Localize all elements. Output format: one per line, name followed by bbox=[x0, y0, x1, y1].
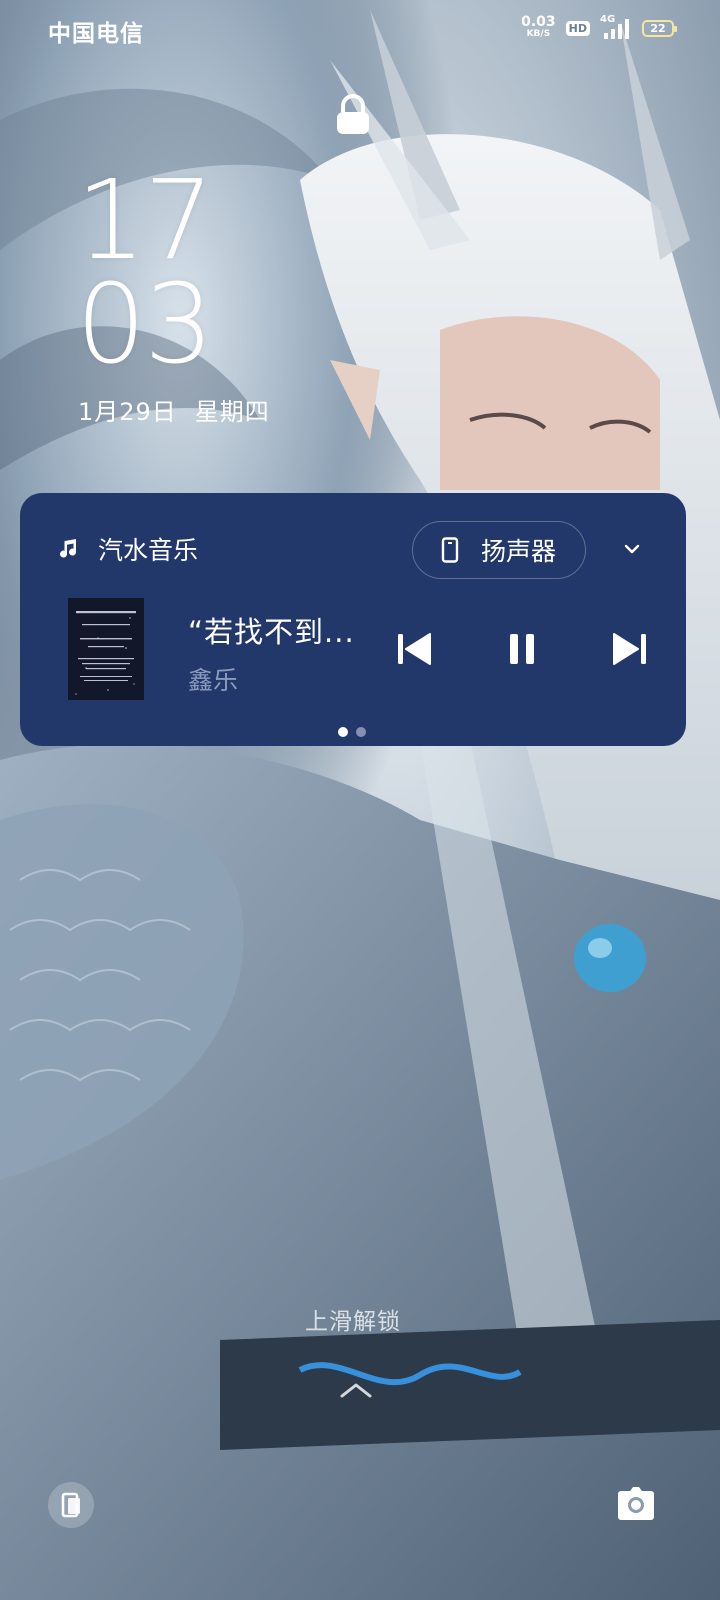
media-player-card[interactable]: 汽水音乐 扬声器 “若找不到... 鑫乐 bbox=[20, 493, 686, 746]
network-speed-value: 0.03 bbox=[521, 14, 556, 30]
network-speed-unit: KB/S bbox=[526, 29, 551, 39]
clock-hour: 17 bbox=[76, 156, 214, 284]
clock-minute: 03 bbox=[76, 260, 214, 388]
device-icon bbox=[61, 1492, 80, 1518]
date-line: 1月29日 星期四 bbox=[78, 392, 270, 427]
lock-clock: 17 03 bbox=[76, 156, 214, 388]
skip-previous-icon[interactable] bbox=[394, 629, 434, 669]
album-art-image bbox=[68, 598, 144, 700]
network-speed: 0.03 KB/S bbox=[521, 14, 556, 40]
battery-level: 22 bbox=[650, 21, 666, 35]
media-app-header: 汽水音乐 bbox=[56, 531, 198, 567]
unlock-hint: 上滑解锁 bbox=[305, 1309, 401, 1335]
output-device-label: 扬声器 bbox=[481, 537, 557, 566]
skip-next-icon[interactable] bbox=[610, 629, 650, 669]
camera-shortcut-button[interactable] bbox=[614, 1482, 658, 1526]
lock-icon bbox=[337, 94, 369, 134]
output-device-button[interactable]: 扬声器 bbox=[412, 521, 586, 579]
song-artist: 鑫乐 bbox=[188, 666, 239, 695]
date-text: 1月29日 bbox=[78, 398, 177, 426]
hd-voice-icon: HD bbox=[565, 20, 590, 36]
pause-icon[interactable] bbox=[502, 629, 542, 669]
camera-icon bbox=[618, 1487, 654, 1520]
page-dot-inactive[interactable] bbox=[356, 727, 366, 737]
album-cover[interactable] bbox=[68, 598, 144, 700]
card-page-indicator bbox=[338, 727, 366, 737]
chevron-up-icon[interactable] bbox=[338, 1380, 374, 1400]
left-shortcut-button[interactable] bbox=[48, 1482, 94, 1528]
signal-strength-icon: 4G bbox=[600, 14, 632, 39]
status-bar: 中国电信 0.03 KB/S HD 4G 22 bbox=[0, 0, 720, 62]
music-note-icon bbox=[60, 539, 77, 558]
page-dot-active bbox=[338, 727, 348, 737]
status-icons: 0.03 KB/S HD 4G 22 bbox=[521, 14, 677, 40]
phone-speaker-icon bbox=[441, 537, 459, 563]
carrier-name: 中国电信 bbox=[48, 21, 144, 47]
media-app-name: 汽水音乐 bbox=[98, 536, 199, 565]
weekday-text: 星期四 bbox=[194, 398, 270, 426]
song-title: “若找不到... bbox=[188, 615, 355, 649]
chevron-down-icon[interactable] bbox=[620, 537, 644, 561]
battery-icon: 22 bbox=[642, 19, 677, 37]
lock-screen: 中国电信 0.03 KB/S HD 4G 22 17 03 1月29日 星期四 … bbox=[0, 0, 720, 1600]
